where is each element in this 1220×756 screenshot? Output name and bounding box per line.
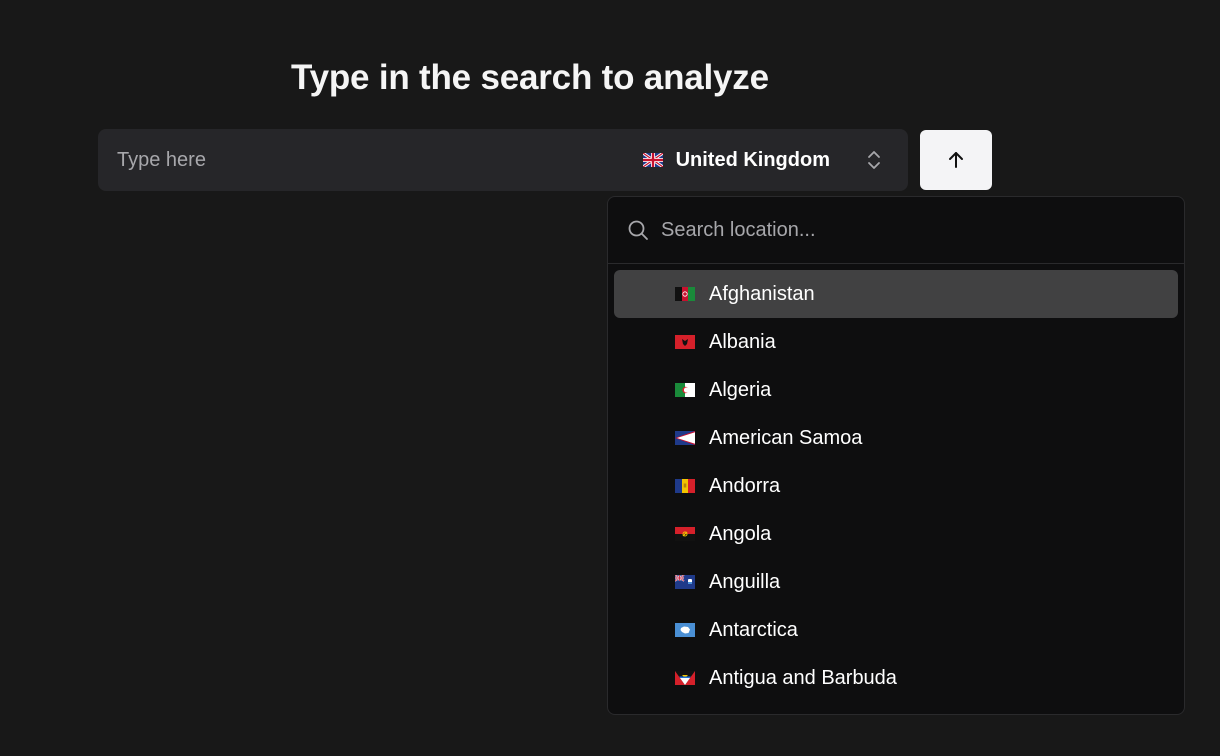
location-search-row: [608, 197, 1184, 264]
location-option-angola[interactable]: Angola: [614, 510, 1178, 558]
location-option-label: Antigua and Barbuda: [709, 666, 897, 689]
flag-dz-icon: [675, 383, 695, 397]
location-dropdown: Afghanistan Albania: [607, 196, 1185, 715]
location-option-label: Antarctica: [709, 618, 798, 641]
arrow-up-icon: [946, 150, 966, 170]
flag-as-icon: [675, 431, 695, 445]
flag-af-icon: [675, 287, 695, 301]
location-option-label: Algeria: [709, 378, 772, 401]
location-option-andorra[interactable]: Andorra: [614, 462, 1178, 510]
flag-ai-icon: [675, 575, 695, 589]
selected-country-label: United Kingdom: [675, 148, 830, 171]
search-input[interactable]: [98, 129, 643, 191]
search-icon: [627, 219, 649, 241]
location-option-label: Andorra: [709, 474, 781, 497]
search-bar: United Kingdom: [98, 129, 908, 191]
location-search-input[interactable]: [661, 197, 1184, 263]
chevron-up-down-icon: [866, 149, 882, 171]
location-option-anguilla[interactable]: Anguilla: [614, 558, 1178, 606]
location-option-label: Afghanistan: [709, 282, 815, 305]
location-option-algeria[interactable]: Algeria: [614, 366, 1178, 414]
submit-button[interactable]: [920, 130, 992, 190]
flag-al-icon: [675, 335, 695, 349]
flag-ad-icon: [675, 479, 695, 493]
flag-aq-icon: [675, 623, 695, 637]
location-option-label: Angola: [709, 522, 772, 545]
flag-ao-icon: [675, 527, 695, 541]
location-option-american-samoa[interactable]: American Samoa: [614, 414, 1178, 462]
location-option-list: Afghanistan Albania Algeria American Sam…: [608, 264, 1184, 702]
page: Type in the search to analyze United Kin…: [0, 0, 1220, 756]
country-select[interactable]: United Kingdom: [642, 129, 908, 191]
location-option-antarctica[interactable]: Antarctica: [614, 606, 1178, 654]
page-title: Type in the search to analyze: [291, 58, 769, 97]
location-option-label: Albania: [709, 330, 776, 353]
flag-ag-icon: [675, 671, 695, 685]
location-option-albania[interactable]: Albania: [614, 318, 1178, 366]
location-option-label: Anguilla: [709, 570, 781, 593]
flag-gb-icon: [642, 153, 663, 167]
location-option-afghanistan[interactable]: Afghanistan: [614, 270, 1178, 318]
location-option-antigua-and-barbuda[interactable]: Antigua and Barbuda: [614, 654, 1178, 702]
location-option-label: American Samoa: [709, 426, 863, 449]
